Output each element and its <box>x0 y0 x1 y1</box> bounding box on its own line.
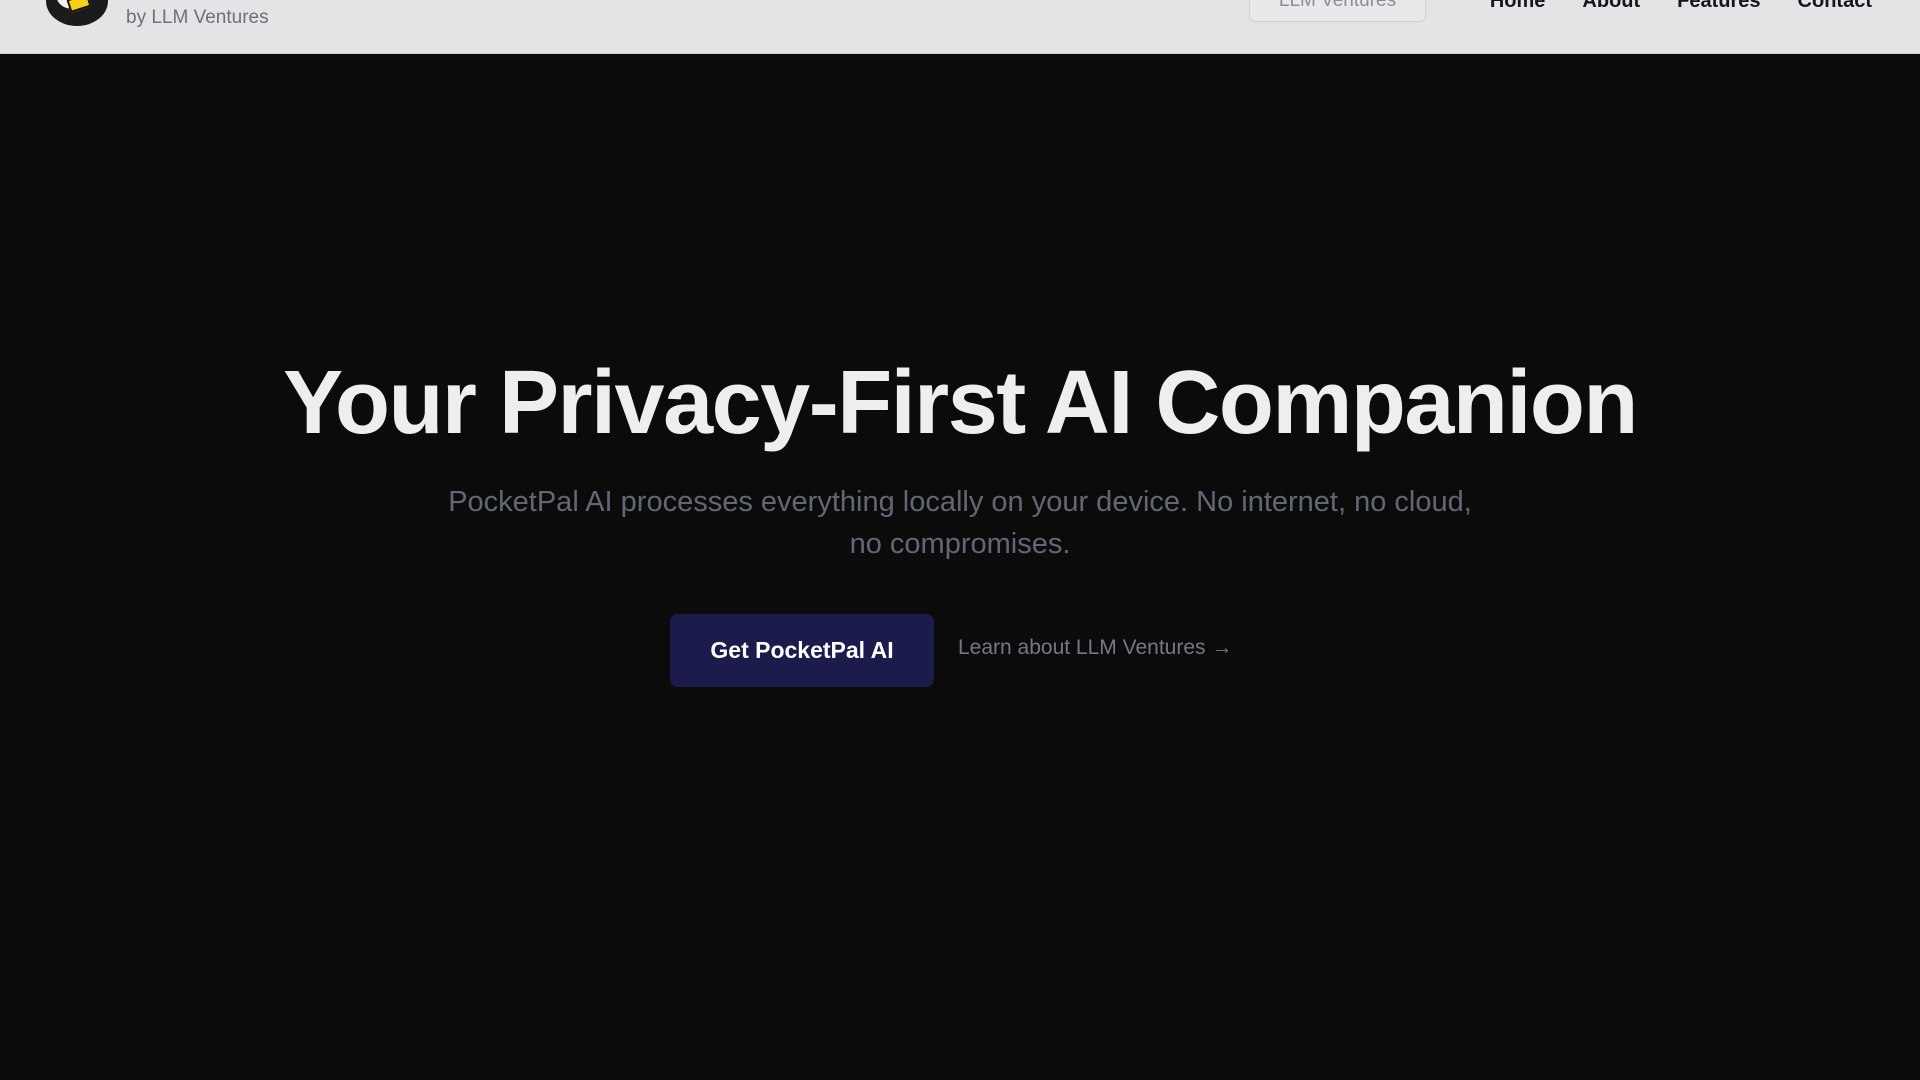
site-header: by LLM Ventures LLM Ventures Home About … <box>0 0 1920 54</box>
get-pocketpal-button[interactable]: Get PocketPal AI <box>670 614 934 687</box>
hero-title: Your Privacy-First AI Companion <box>283 353 1638 453</box>
logo-mark <box>66 0 92 14</box>
nav-features[interactable]: Features <box>1677 0 1760 13</box>
pocketpal-logo-icon[interactable] <box>46 0 108 26</box>
nav-contact[interactable]: Contact <box>1798 0 1872 13</box>
nav-home[interactable]: Home <box>1490 0 1546 13</box>
llm-ventures-chip[interactable]: LLM Ventures <box>1249 0 1426 22</box>
brand-subtitle: by LLM Ventures <box>126 7 269 28</box>
nav-about[interactable]: About <box>1582 0 1640 13</box>
main-nav: Home About Features Contact <box>1490 0 1872 13</box>
learn-about-link[interactable]: Learn about LLM Ventures → <box>958 636 1232 660</box>
hero-subtitle: PocketPal AI processes everything locall… <box>448 486 1472 560</box>
